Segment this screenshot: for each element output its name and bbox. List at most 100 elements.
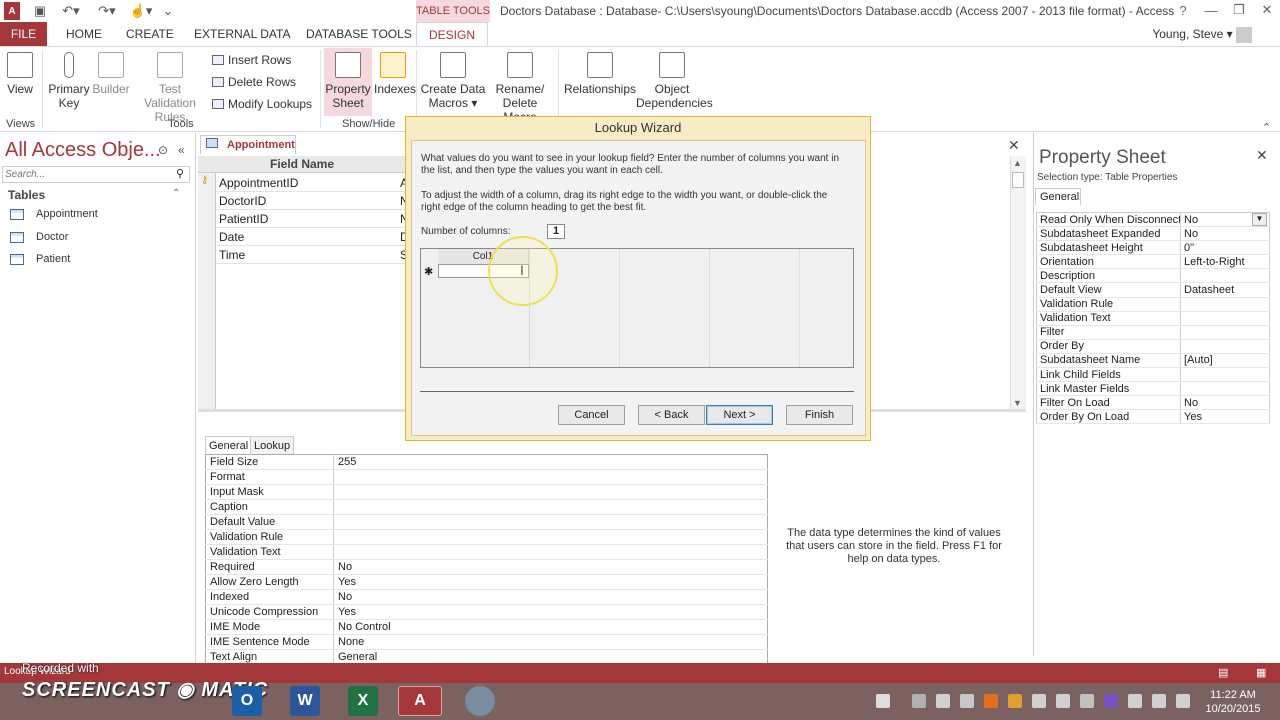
tray-icon[interactable] [1080, 694, 1094, 708]
property-value[interactable]: Yes [333, 604, 768, 620]
network-icon[interactable] [1128, 694, 1142, 708]
property-value[interactable] [1180, 325, 1270, 340]
tab-external-data[interactable]: EXTERNAL DATA [188, 22, 296, 46]
field-property-row[interactable]: Validation Text [205, 544, 768, 560]
property-value[interactable] [333, 469, 768, 485]
tab-file[interactable]: FILE [0, 22, 47, 46]
back-button[interactable]: < Back [638, 405, 705, 425]
finish-button[interactable]: Finish [786, 405, 853, 425]
property-value[interactable]: Datasheet [1180, 282, 1270, 298]
tab-home[interactable]: HOME [60, 22, 108, 46]
chevron-down-icon[interactable]: ▼ [1252, 213, 1267, 226]
rename-delete-macro-button[interactable]: Rename/ Delete Macro [486, 52, 554, 124]
object-dependencies-button[interactable]: Object Dependencies [636, 52, 713, 110]
cancel-button[interactable]: Cancel [558, 405, 625, 425]
nav-search-input[interactable] [2, 166, 190, 183]
field-property-row[interactable]: Validation Rule [205, 529, 768, 545]
scroll-down-icon[interactable]: ▼ [1013, 398, 1022, 408]
word-taskbar-icon[interactable]: W [290, 686, 320, 716]
property-sheet-row[interactable]: Description [1036, 268, 1270, 284]
delete-rows-button[interactable]: Delete Rows [212, 75, 296, 89]
property-sheet-row[interactable]: Read Only When Disconnect No [1036, 212, 1270, 228]
property-value[interactable] [1180, 339, 1270, 354]
volume-icon[interactable] [1176, 694, 1190, 708]
nav-item-patient[interactable]: Patient [10, 253, 70, 265]
tray-icon[interactable] [936, 694, 950, 708]
tray-icon[interactable] [1032, 694, 1046, 708]
field-property-row[interactable]: Field Size 255 [205, 454, 768, 470]
scroll-thumb[interactable] [1012, 172, 1024, 188]
property-value[interactable]: None [333, 634, 768, 650]
field-property-row[interactable]: Input Mask [205, 484, 768, 500]
next-button[interactable]: Next > [706, 405, 773, 425]
property-value[interactable]: 0" [1180, 240, 1270, 256]
tray-icon[interactable] [984, 694, 998, 708]
property-value[interactable]: No Control [333, 619, 768, 635]
field-property-row[interactable]: Default Value [205, 514, 768, 530]
field-row-doctorid[interactable]: DoctorID [216, 192, 406, 210]
redo-icon[interactable]: ↷▾ [96, 2, 118, 20]
field-row-patientid[interactable]: PatientID [216, 210, 406, 228]
app-taskbar-icon[interactable] [465, 686, 495, 716]
minimize-button[interactable]: — [1196, 0, 1226, 20]
property-value[interactable]: Yes [333, 574, 768, 590]
property-sheet-row[interactable]: Order By On Load Yes [1036, 409, 1270, 425]
scroll-up-icon[interactable]: ▲ [1013, 158, 1022, 168]
property-sheet-button[interactable]: Property Sheet [324, 52, 372, 110]
touch-mode-icon[interactable]: ☝▾ [128, 2, 154, 20]
row-selector-column[interactable] [198, 173, 216, 409]
search-icon[interactable]: ⚲ [176, 167, 184, 180]
relationships-button[interactable]: Relationships [562, 52, 638, 96]
tray-icon[interactable] [960, 694, 974, 708]
field-row-time[interactable]: Time [216, 246, 406, 264]
restore-button[interactable]: ❐ [1224, 0, 1254, 20]
access-taskbar-icon[interactable]: A [398, 686, 442, 716]
number-of-columns-input[interactable]: 1 [547, 224, 565, 239]
property-value[interactable]: Left-to-Right [1180, 254, 1270, 270]
property-sheet-row[interactable]: Orientation Left-to-Right [1036, 254, 1270, 270]
view-button[interactable]: View [4, 52, 36, 96]
tray-icon[interactable] [1008, 694, 1022, 708]
property-sheet-row[interactable]: Subdatasheet Height 0" [1036, 240, 1270, 256]
save-icon[interactable]: ▣ [32, 2, 48, 20]
property-value[interactable]: Yes [1180, 409, 1270, 425]
undo-icon[interactable]: ↶▾ [60, 2, 82, 20]
help-button[interactable]: ? [1168, 0, 1198, 20]
property-sheet-row[interactable]: Validation Text [1036, 311, 1270, 326]
tab-database-tools[interactable]: DATABASE TOOLS [300, 22, 418, 46]
tray-icon[interactable] [1104, 694, 1118, 708]
nav-section-tables[interactable]: Tables [8, 188, 45, 202]
property-value[interactable] [1180, 268, 1270, 284]
insert-rows-button[interactable]: Insert Rows [212, 53, 291, 67]
excel-taskbar-icon[interactable]: X [348, 686, 378, 716]
tab-design[interactable]: DESIGN [416, 22, 488, 46]
property-value[interactable] [333, 529, 768, 545]
nav-item-doctor[interactable]: Doctor [10, 231, 68, 243]
close-document-icon[interactable]: ✕ [1008, 137, 1020, 154]
property-sheet-row[interactable]: Default View Datasheet [1036, 282, 1270, 298]
field-property-row[interactable]: IME Mode No Control [205, 619, 768, 635]
taskbar-clock[interactable]: 11:22 AM 10/20/2015 [1198, 688, 1268, 716]
collapse-section-icon[interactable]: ⌃ [172, 188, 180, 199]
field-row-appointmentid[interactable]: AppointmentID [216, 174, 406, 192]
tab-property-general[interactable]: General [1035, 188, 1081, 205]
field-property-row[interactable]: Caption [205, 499, 768, 515]
property-sheet-row[interactable]: Link Master Fields [1036, 381, 1270, 397]
nav-pane-title[interactable]: All Access Obje... [5, 139, 161, 162]
tab-field-props-general[interactable]: General [205, 436, 253, 454]
property-sheet-row[interactable]: Validation Rule [1036, 297, 1270, 312]
outlook-taskbar-icon[interactable]: O [232, 686, 262, 716]
keyboard-tray-icon[interactable] [876, 694, 890, 708]
test-validation-rules-button[interactable]: Test Validation Rules [132, 52, 208, 124]
property-sheet-row[interactable]: Subdatasheet Expanded No [1036, 226, 1270, 242]
property-value[interactable] [333, 544, 768, 560]
property-value[interactable]: No [333, 559, 768, 575]
property-value[interactable]: [Auto] [1180, 353, 1270, 369]
property-value[interactable] [333, 484, 768, 500]
property-value[interactable] [1180, 381, 1270, 397]
nav-menu-icon[interactable]: ⊙ [158, 143, 168, 157]
nav-item-appointment[interactable]: Appointment [10, 208, 98, 220]
field-property-row[interactable]: Format [205, 469, 768, 485]
design-view-icon[interactable]: ▦ [1256, 666, 1266, 679]
tab-field-props-lookup[interactable]: Lookup [250, 436, 295, 454]
